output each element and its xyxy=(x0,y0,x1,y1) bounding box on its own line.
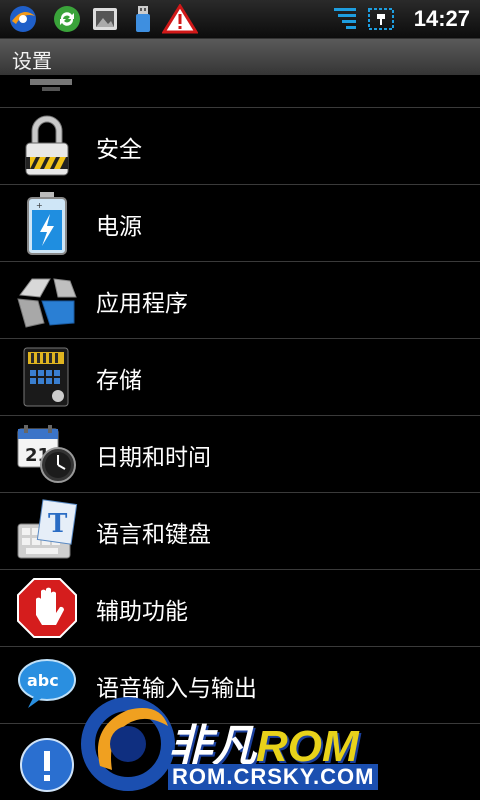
settings-item-power[interactable]: + 电源 xyxy=(0,185,480,262)
info-icon xyxy=(20,738,74,792)
settings-item-label: 存储 xyxy=(96,368,142,394)
settings-item-label: 辅助功能 xyxy=(96,599,188,625)
settings-item-label: 电源 xyxy=(96,214,142,240)
page-title: 设置 xyxy=(12,49,52,73)
title-bar: 设置 xyxy=(0,39,480,75)
signal-icon xyxy=(334,8,356,29)
status-bar: 14:27 xyxy=(0,0,480,39)
partial-list-item[interactable] xyxy=(0,75,480,108)
settings-item-accessibility[interactable]: 辅助功能 xyxy=(0,570,480,647)
settings-item-label: 应用程序 xyxy=(96,291,188,317)
svg-text:abc: abc xyxy=(27,671,59,690)
status-clock: 14:27 xyxy=(413,6,470,31)
watermark-logo xyxy=(81,697,175,791)
sd-card-icon xyxy=(23,347,69,407)
settings-item-applications[interactable]: 应用程序 xyxy=(0,262,480,339)
watermark: 非凡ROM ROM.CRSKY.COM xyxy=(80,692,410,792)
usb-icon xyxy=(136,6,150,32)
apps-icon xyxy=(17,278,77,328)
settings-item-security[interactable]: 安全 xyxy=(0,108,480,185)
photo-icon xyxy=(93,8,117,30)
lock-icon xyxy=(25,115,69,176)
battery-charging-icon xyxy=(368,8,394,30)
warning-icon xyxy=(162,4,198,34)
battery-icon: + xyxy=(27,192,67,255)
svg-text:T: T xyxy=(48,509,68,539)
keyboard-icon: T xyxy=(17,499,78,559)
settings-item-label: 日期和时间 xyxy=(96,445,211,471)
settings-item-language-keyboard[interactable]: T 语言和键盘 xyxy=(0,493,480,570)
settings-item-label: 语言和键盘 xyxy=(96,522,211,548)
sync-icon xyxy=(54,6,80,32)
orbit-icon xyxy=(10,6,36,32)
watermark-url: ROM.CRSKY.COM xyxy=(168,764,379,790)
calendar-clock-icon: 21 xyxy=(17,425,76,483)
svg-text:+: + xyxy=(36,201,43,210)
settings-item-label: 安全 xyxy=(96,137,142,163)
settings-item-storage[interactable]: 存储 xyxy=(0,339,480,416)
settings-item-date-time[interactable]: 21 日期和时间 xyxy=(0,416,480,493)
hand-stop-icon xyxy=(17,578,77,638)
speech-bubble-icon: abc xyxy=(18,659,76,708)
display-icon xyxy=(30,79,72,91)
